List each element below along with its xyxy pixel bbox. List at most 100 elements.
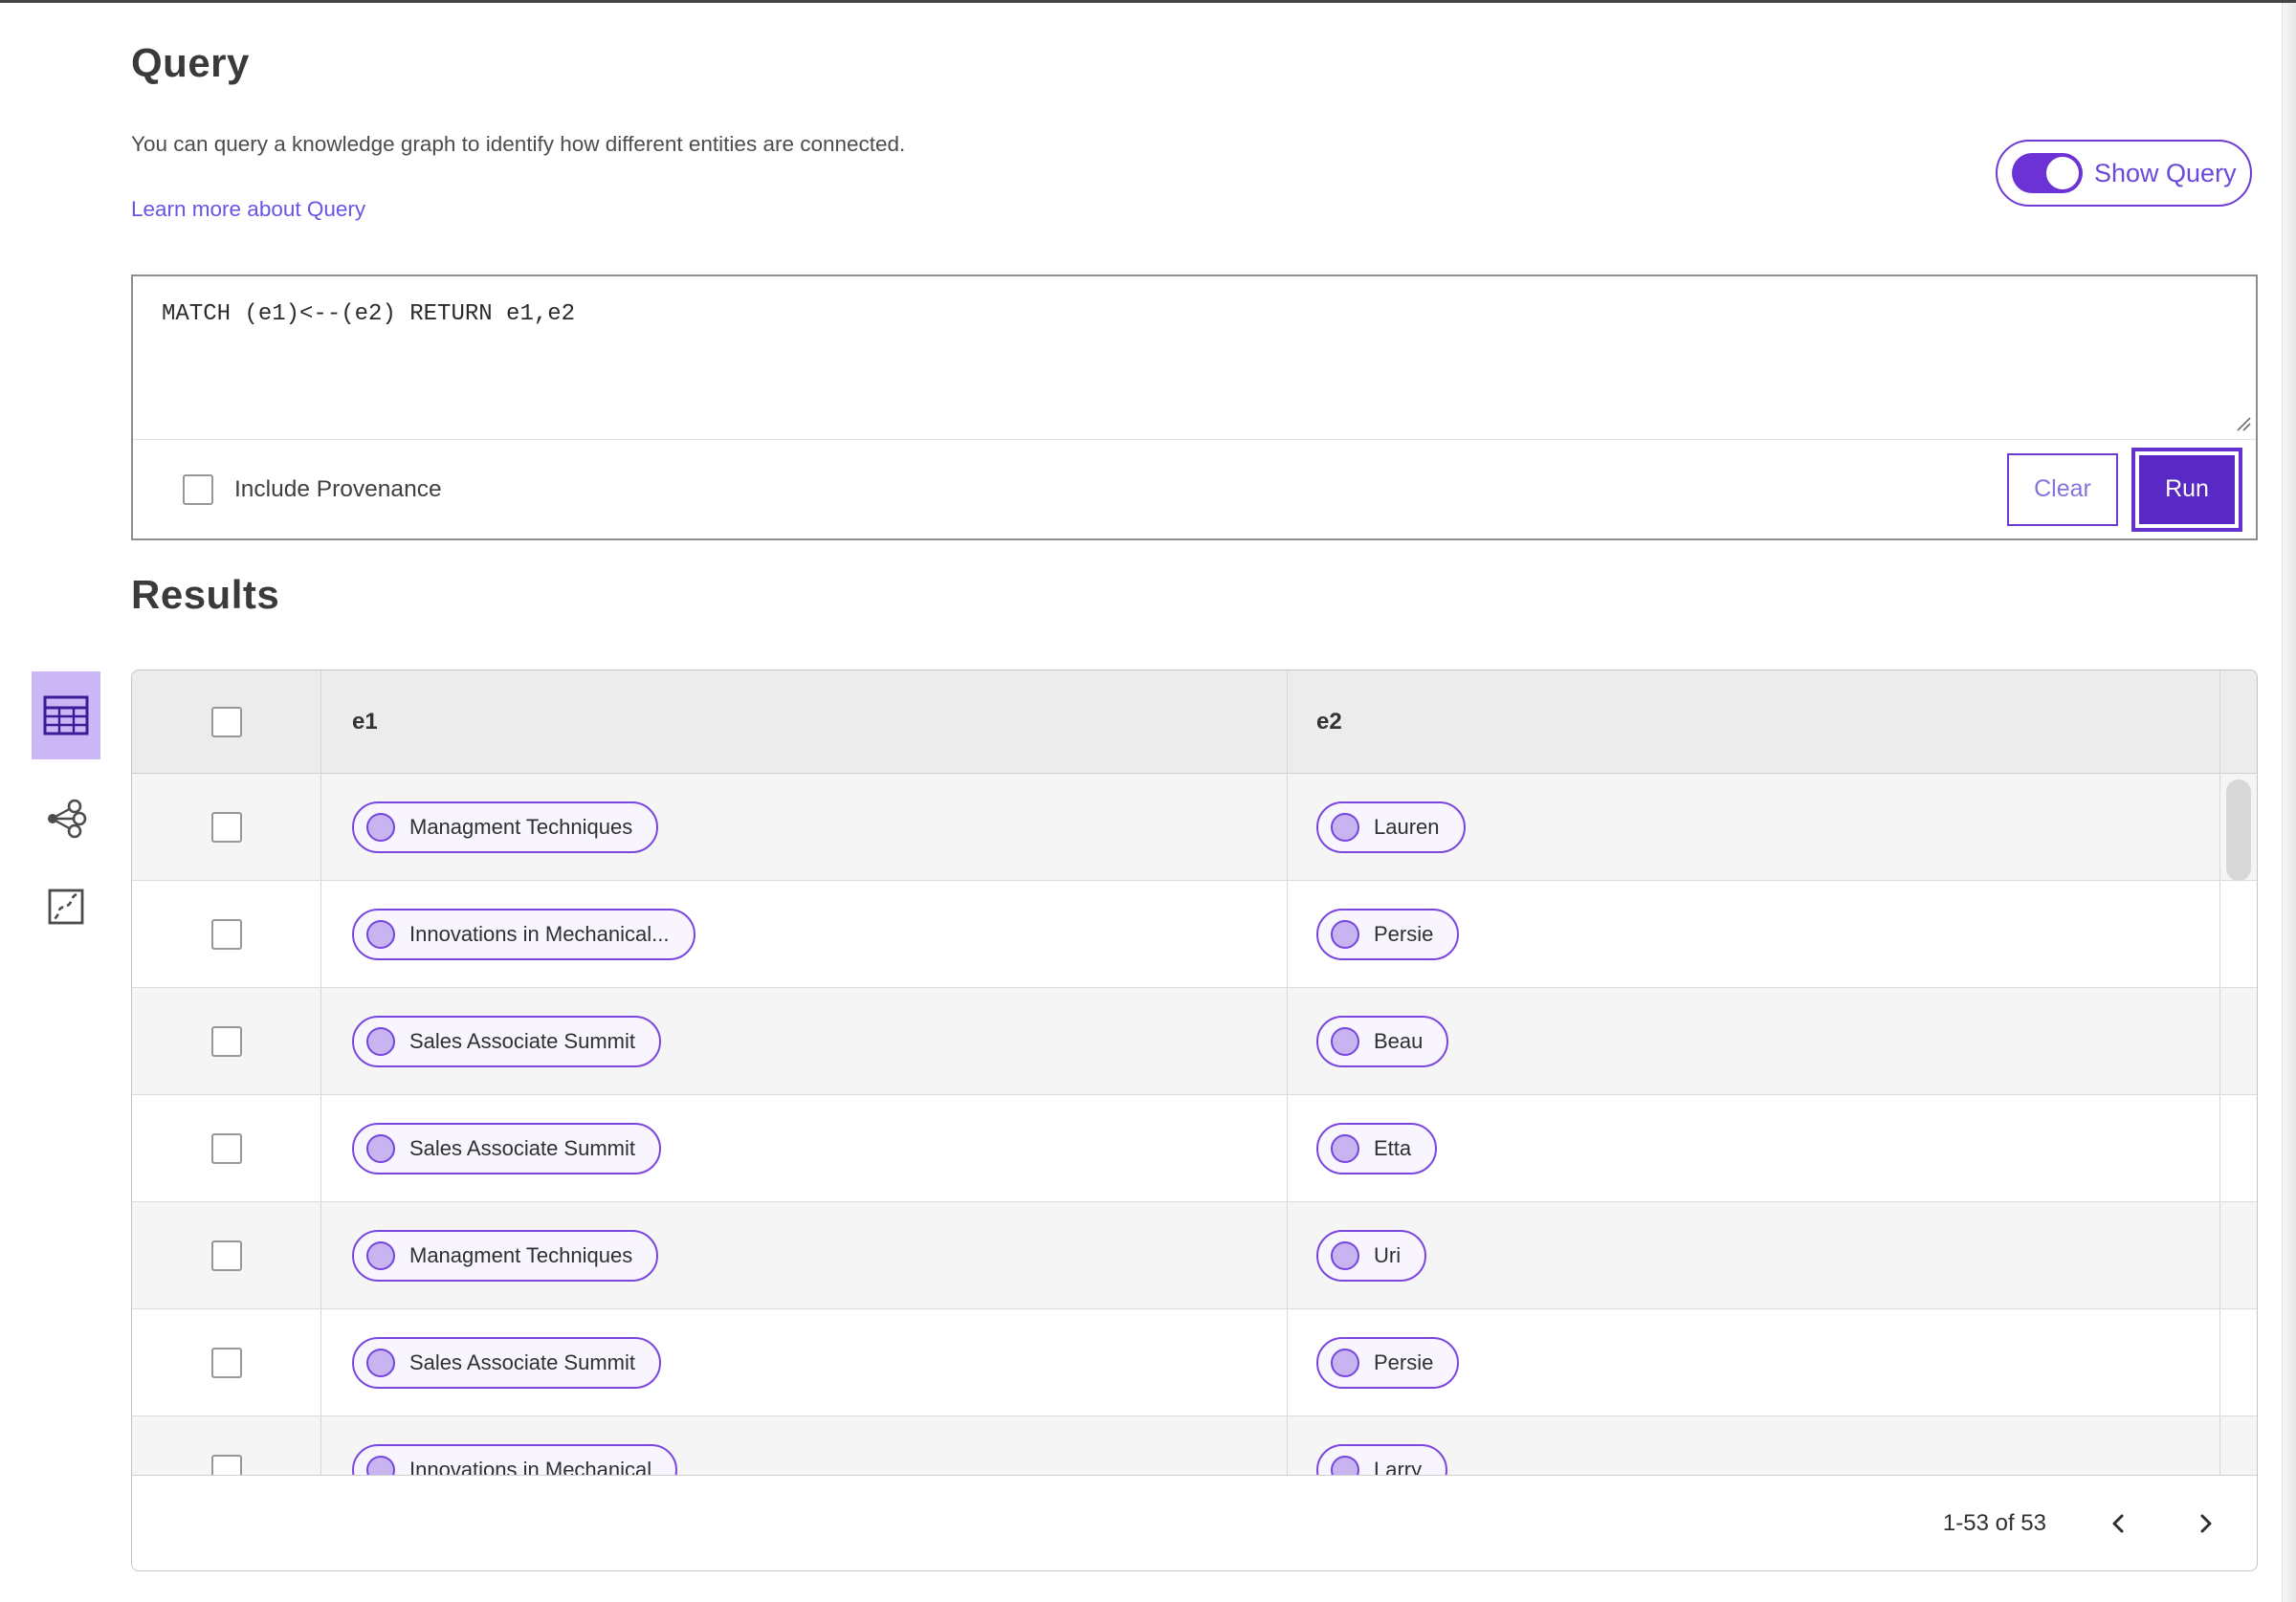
query-footer: Include Provenance Clear Run xyxy=(133,440,2256,538)
entity-icon xyxy=(1331,812,1359,842)
toggle-switch-on[interactable] xyxy=(2012,153,2083,193)
entity-icon xyxy=(366,919,395,949)
row-cell-e2: Persie xyxy=(1288,1309,2220,1415)
entity-icon xyxy=(366,1133,395,1163)
row-checkbox[interactable] xyxy=(210,1132,242,1164)
header-cell-e1: e1 xyxy=(321,670,1288,773)
results-view-switcher xyxy=(32,671,100,937)
entity-icon xyxy=(1331,1026,1359,1056)
entity-pill-e1[interactable]: Sales Associate Summit xyxy=(352,1015,661,1067)
entity-pill-e2[interactable]: Persie xyxy=(1316,908,1460,960)
chevron-right-icon xyxy=(2200,1514,2212,1532)
query-input[interactable]: MATCH (e1)<--(e2) RETURN e1,e2 xyxy=(133,276,2256,439)
entity-pill-e1[interactable]: Sales Associate Summit xyxy=(352,1122,661,1174)
row-cell-e1: Sales Associate Summit xyxy=(321,1309,1288,1415)
header-cell-e2: e2 xyxy=(1288,670,2220,773)
row-checkbox-cell xyxy=(132,1309,321,1415)
entity-pill-e1[interactable]: Innovations in Mechanical... xyxy=(352,908,695,960)
entity-pill-e1[interactable]: Managment Techniques xyxy=(352,801,659,853)
previous-page-button[interactable] xyxy=(2106,1510,2132,1537)
row-checkbox[interactable] xyxy=(210,1454,242,1475)
row-cell-e1: Sales Associate Summit xyxy=(321,988,1288,1094)
clear-button[interactable]: Clear xyxy=(2007,452,2118,526)
entity-icon xyxy=(1331,1455,1359,1475)
entity-pill-e2[interactable]: Etta xyxy=(1316,1122,1438,1174)
show-query-label: Show Query xyxy=(2094,158,2237,187)
entity-icon xyxy=(366,1240,395,1270)
entity-pill-label: Persie xyxy=(1374,921,1434,946)
show-query-toggle[interactable]: Show Query xyxy=(1996,140,2252,207)
row-cell-e2: Larry xyxy=(1288,1416,2220,1475)
row-checkbox-cell xyxy=(132,1416,321,1475)
row-checkbox[interactable] xyxy=(210,1347,242,1378)
row-checkbox-cell xyxy=(132,1095,321,1201)
entity-pill-e2[interactable]: Persie xyxy=(1316,1336,1460,1389)
next-page-button[interactable] xyxy=(2192,1510,2219,1537)
table-header-row: e1 e2 xyxy=(132,670,2257,774)
table-row: Innovations in Mechanical Larry xyxy=(132,1416,2257,1475)
graph-view-icon xyxy=(48,799,87,839)
row-checkbox[interactable] xyxy=(210,1240,242,1271)
row-cell-e2: Lauren xyxy=(1288,774,2220,880)
entity-pill-label: Beau xyxy=(1374,1028,1424,1053)
entity-icon xyxy=(366,1455,395,1475)
row-cell-e1: Innovations in Mechanical... xyxy=(321,881,1288,987)
entity-icon xyxy=(366,1348,395,1377)
select-all-checkbox[interactable] xyxy=(210,706,242,737)
run-button[interactable]: Run xyxy=(2131,447,2242,532)
entity-pill-label: Sales Associate Summit xyxy=(409,1135,635,1160)
row-cell-e2: Beau xyxy=(1288,988,2220,1094)
query-text[interactable]: MATCH (e1)<--(e2) RETURN e1,e2 xyxy=(133,276,2256,352)
include-provenance-option[interactable]: Include Provenance xyxy=(183,473,442,505)
query-description: You can query a knowledge graph to ident… xyxy=(131,132,906,156)
row-scroll-gutter xyxy=(2220,1416,2257,1475)
row-checkbox[interactable] xyxy=(210,1025,242,1057)
row-cell-e1: Managment Techniques xyxy=(321,1202,1288,1308)
toggle-knob xyxy=(2044,155,2081,191)
row-cell-e1: Innovations in Mechanical xyxy=(321,1416,1288,1475)
resize-handle-icon[interactable] xyxy=(2234,414,2251,431)
table-body: Managment Techniques Lauren Innovations … xyxy=(132,774,2257,1475)
row-scroll-gutter xyxy=(2220,881,2257,987)
entity-pill-e2[interactable]: Beau xyxy=(1316,1015,1449,1067)
row-cell-e1: Sales Associate Summit xyxy=(321,1095,1288,1201)
row-scroll-gutter xyxy=(2220,1202,2257,1308)
chevron-left-icon xyxy=(2112,1514,2124,1532)
entity-pill-e1[interactable]: Innovations in Mechanical xyxy=(352,1443,678,1475)
run-button-label: Run xyxy=(2139,454,2235,524)
entity-pill-label: Persie xyxy=(1374,1350,1434,1374)
entity-pill-e1[interactable]: Managment Techniques xyxy=(352,1229,659,1282)
entity-pill-e2[interactable]: Uri xyxy=(1316,1229,1427,1282)
row-checkbox-cell xyxy=(132,988,321,1094)
include-provenance-checkbox[interactable] xyxy=(183,473,213,505)
entity-icon xyxy=(366,1026,395,1056)
graph-view-button[interactable] xyxy=(32,788,100,849)
entity-icon xyxy=(366,812,395,842)
query-section-title: Query xyxy=(131,40,250,85)
table-view-button[interactable] xyxy=(32,671,100,759)
row-scroll-gutter xyxy=(2220,1309,2257,1415)
map-view-icon xyxy=(48,889,84,925)
table-scrollbar-thumb[interactable] xyxy=(2226,779,2251,881)
table-row: Managment Techniques Lauren xyxy=(132,774,2257,881)
include-provenance-label: Include Provenance xyxy=(234,475,442,502)
top-border-line xyxy=(0,0,2296,3)
entity-pill-e2[interactable]: Larry xyxy=(1316,1443,1448,1475)
entity-pill-e2[interactable]: Lauren xyxy=(1316,801,1466,853)
row-checkbox-cell xyxy=(132,1202,321,1308)
entity-pill-e1[interactable]: Sales Associate Summit xyxy=(352,1336,661,1389)
query-action-buttons: Clear Run xyxy=(2007,447,2242,532)
entity-pill-label: Uri xyxy=(1374,1242,1402,1267)
learn-more-link[interactable]: Learn more about Query xyxy=(131,197,365,222)
header-scroll-gutter xyxy=(2220,670,2257,773)
row-checkbox[interactable] xyxy=(210,811,242,843)
entity-icon xyxy=(1331,1348,1359,1377)
row-checkbox[interactable] xyxy=(210,918,242,950)
row-scroll-gutter xyxy=(2220,988,2257,1094)
column-header-e2: e2 xyxy=(1316,708,1342,735)
row-cell-e2: Etta xyxy=(1288,1095,2220,1201)
page-scroll-gutter[interactable] xyxy=(2282,3,2296,1602)
row-cell-e1: Managment Techniques xyxy=(321,774,1288,880)
map-view-button[interactable] xyxy=(32,876,100,937)
table-row: Sales Associate Summit Etta xyxy=(132,1095,2257,1202)
